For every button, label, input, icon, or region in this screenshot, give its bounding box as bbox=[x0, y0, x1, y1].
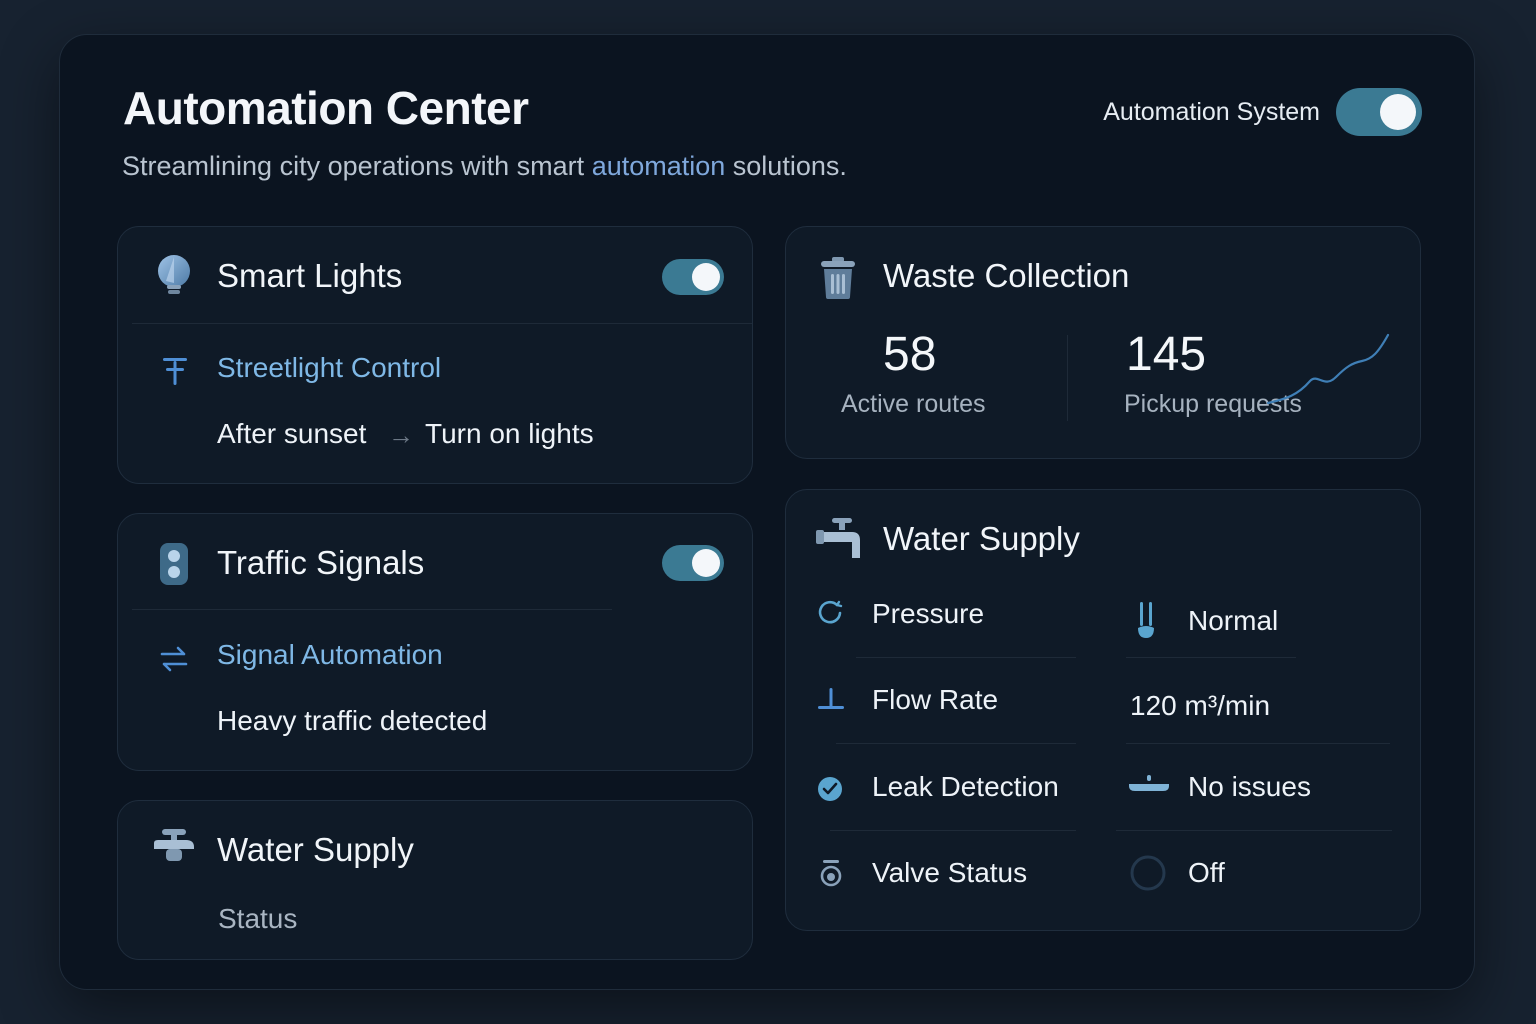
water-supply-small-title: Water Supply bbox=[217, 831, 414, 868]
divider bbox=[830, 830, 1076, 831]
leak-detection-label: Leak Detection bbox=[872, 771, 1059, 802]
traffic-signals-toggle[interactable] bbox=[662, 545, 724, 581]
lights-condition: After sunset bbox=[217, 418, 367, 449]
water-status-label: Status bbox=[218, 903, 298, 934]
stat-divider bbox=[1067, 335, 1068, 421]
divider bbox=[1116, 830, 1392, 831]
subtitle-text-end: solutions. bbox=[725, 151, 847, 181]
divider bbox=[132, 609, 612, 610]
water-supply-card-small: Water Supply Status bbox=[117, 800, 753, 960]
water-supply-title: Water Supply bbox=[883, 520, 1080, 557]
water-supply-card: Water Supply Pressure Normal Flow Rate 1… bbox=[785, 489, 1421, 931]
divider bbox=[856, 657, 1076, 658]
waste-collection-card: Waste Collection 58 Active routes 145 Pi… bbox=[785, 226, 1421, 459]
divider bbox=[1126, 743, 1390, 744]
automation-panel: Automation Center Streamlining city oper… bbox=[59, 34, 1475, 990]
streetlight-control-link[interactable]: Streetlight Control bbox=[217, 352, 441, 384]
valve-status-value: Off bbox=[1188, 857, 1225, 888]
toggle-knob bbox=[692, 549, 720, 577]
divider bbox=[132, 323, 752, 324]
valve-status-label: Valve Status bbox=[872, 857, 1028, 888]
automation-system-control: Automation System bbox=[1103, 88, 1422, 136]
leak-detection-value: No issues bbox=[1188, 771, 1311, 802]
page-subtitle: Streamlining city operations with smart … bbox=[122, 151, 847, 182]
automation-system-label: Automation System bbox=[1103, 97, 1320, 126]
waste-collection-title: Waste Collection bbox=[883, 257, 1130, 294]
subtitle-text-start: Streamlining city operations with smart bbox=[122, 151, 592, 181]
streetlight-icon bbox=[163, 358, 187, 385]
divider bbox=[1126, 657, 1296, 658]
smart-lights-card: Smart Lights Streetlight Control After s… bbox=[117, 226, 753, 484]
faucet-icon bbox=[816, 518, 860, 558]
lights-action: Turn on lights bbox=[425, 418, 594, 449]
trash-icon bbox=[821, 257, 855, 299]
smart-lights-title: Smart Lights bbox=[217, 257, 403, 294]
pressure-value: Normal bbox=[1188, 605, 1279, 636]
gauge-icon bbox=[818, 600, 843, 624]
sparkline bbox=[1266, 333, 1390, 405]
valve-icon bbox=[820, 860, 842, 887]
traffic-signals-card: Traffic Signals Signal Automation Heavy … bbox=[117, 513, 753, 771]
active-routes-value: 58 bbox=[883, 328, 937, 381]
signal-automation-link[interactable]: Signal Automation bbox=[217, 639, 443, 671]
pressure-label: Pressure bbox=[872, 598, 985, 629]
drop-icon bbox=[1129, 775, 1169, 791]
arrow-right-icon: → bbox=[388, 420, 414, 450]
thermometer-icon bbox=[1138, 602, 1154, 638]
flow-icon bbox=[818, 688, 844, 709]
page-title: Automation Center bbox=[123, 82, 529, 134]
toggle-knob bbox=[1380, 94, 1416, 130]
automation-system-toggle[interactable] bbox=[1336, 88, 1422, 136]
flow-rate-value: 120 m³/min bbox=[1130, 690, 1271, 721]
active-routes-label: Active routes bbox=[841, 390, 986, 418]
flow-rate-label: Flow Rate bbox=[872, 684, 999, 715]
swap-arrows-icon bbox=[160, 646, 188, 672]
traffic-condition: Heavy traffic detected bbox=[217, 705, 488, 736]
faucet-icon bbox=[154, 829, 194, 861]
traffic-signals-title: Traffic Signals bbox=[217, 544, 425, 581]
subtitle-highlight: automation bbox=[591, 151, 726, 181]
smart-lights-toggle[interactable] bbox=[662, 259, 724, 295]
lightbulb-icon bbox=[158, 255, 190, 294]
toggle-knob bbox=[692, 263, 720, 291]
check-circle-icon bbox=[818, 777, 842, 801]
divider bbox=[836, 743, 1076, 744]
pickup-requests-value: 145 bbox=[1126, 328, 1207, 381]
ring-icon bbox=[1130, 855, 1166, 891]
traffic-light-icon bbox=[160, 543, 188, 585]
